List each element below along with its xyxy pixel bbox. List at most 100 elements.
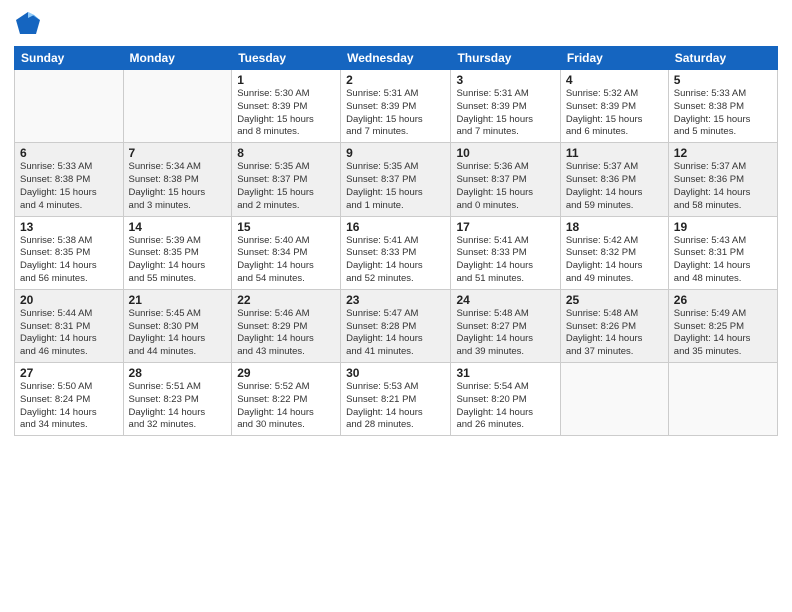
day-info: Sunrise: 5:50 AM Sunset: 8:24 PM Dayligh… xyxy=(20,381,118,432)
day-info: Sunrise: 5:39 AM Sunset: 8:35 PM Dayligh… xyxy=(129,235,227,286)
day-number: 18 xyxy=(566,220,663,234)
day-info: Sunrise: 5:31 AM Sunset: 8:39 PM Dayligh… xyxy=(346,88,445,139)
calendar-cell: 26Sunrise: 5:49 AM Sunset: 8:25 PM Dayli… xyxy=(668,289,777,362)
day-info: Sunrise: 5:32 AM Sunset: 8:39 PM Dayligh… xyxy=(566,88,663,139)
weekday-header-thursday: Thursday xyxy=(451,47,560,70)
calendar-week-2: 6Sunrise: 5:33 AM Sunset: 8:38 PM Daylig… xyxy=(15,143,778,216)
calendar-cell: 15Sunrise: 5:40 AM Sunset: 8:34 PM Dayli… xyxy=(232,216,341,289)
day-info: Sunrise: 5:36 AM Sunset: 8:37 PM Dayligh… xyxy=(456,161,554,212)
day-info: Sunrise: 5:38 AM Sunset: 8:35 PM Dayligh… xyxy=(20,235,118,286)
day-info: Sunrise: 5:30 AM Sunset: 8:39 PM Dayligh… xyxy=(237,88,335,139)
day-number: 12 xyxy=(674,146,772,160)
day-info: Sunrise: 5:40 AM Sunset: 8:34 PM Dayligh… xyxy=(237,235,335,286)
calendar-cell: 20Sunrise: 5:44 AM Sunset: 8:31 PM Dayli… xyxy=(15,289,124,362)
calendar-cell: 6Sunrise: 5:33 AM Sunset: 8:38 PM Daylig… xyxy=(15,143,124,216)
calendar-cell: 25Sunrise: 5:48 AM Sunset: 8:26 PM Dayli… xyxy=(560,289,668,362)
day-number: 19 xyxy=(674,220,772,234)
day-number: 1 xyxy=(237,73,335,87)
day-info: Sunrise: 5:46 AM Sunset: 8:29 PM Dayligh… xyxy=(237,308,335,359)
calendar-cell: 10Sunrise: 5:36 AM Sunset: 8:37 PM Dayli… xyxy=(451,143,560,216)
calendar-cell: 3Sunrise: 5:31 AM Sunset: 8:39 PM Daylig… xyxy=(451,70,560,143)
day-number: 2 xyxy=(346,73,445,87)
calendar-cell: 24Sunrise: 5:48 AM Sunset: 8:27 PM Dayli… xyxy=(451,289,560,362)
day-info: Sunrise: 5:47 AM Sunset: 8:28 PM Dayligh… xyxy=(346,308,445,359)
day-number: 17 xyxy=(456,220,554,234)
day-info: Sunrise: 5:35 AM Sunset: 8:37 PM Dayligh… xyxy=(346,161,445,212)
day-info: Sunrise: 5:52 AM Sunset: 8:22 PM Dayligh… xyxy=(237,381,335,432)
calendar-cell: 11Sunrise: 5:37 AM Sunset: 8:36 PM Dayli… xyxy=(560,143,668,216)
calendar-week-4: 20Sunrise: 5:44 AM Sunset: 8:31 PM Dayli… xyxy=(15,289,778,362)
calendar-cell: 18Sunrise: 5:42 AM Sunset: 8:32 PM Dayli… xyxy=(560,216,668,289)
day-number: 27 xyxy=(20,366,118,380)
calendar-cell xyxy=(123,70,232,143)
day-info: Sunrise: 5:35 AM Sunset: 8:37 PM Dayligh… xyxy=(237,161,335,212)
weekday-header-saturday: Saturday xyxy=(668,47,777,70)
weekday-header-wednesday: Wednesday xyxy=(341,47,451,70)
day-info: Sunrise: 5:42 AM Sunset: 8:32 PM Dayligh… xyxy=(566,235,663,286)
day-number: 9 xyxy=(346,146,445,160)
calendar-week-1: 1Sunrise: 5:30 AM Sunset: 8:39 PM Daylig… xyxy=(15,70,778,143)
day-number: 8 xyxy=(237,146,335,160)
day-number: 6 xyxy=(20,146,118,160)
day-info: Sunrise: 5:48 AM Sunset: 8:27 PM Dayligh… xyxy=(456,308,554,359)
calendar-cell: 19Sunrise: 5:43 AM Sunset: 8:31 PM Dayli… xyxy=(668,216,777,289)
calendar-cell: 9Sunrise: 5:35 AM Sunset: 8:37 PM Daylig… xyxy=(341,143,451,216)
day-number: 10 xyxy=(456,146,554,160)
day-number: 13 xyxy=(20,220,118,234)
calendar-week-5: 27Sunrise: 5:50 AM Sunset: 8:24 PM Dayli… xyxy=(15,363,778,436)
weekday-header-friday: Friday xyxy=(560,47,668,70)
day-info: Sunrise: 5:45 AM Sunset: 8:30 PM Dayligh… xyxy=(129,308,227,359)
calendar-cell: 1Sunrise: 5:30 AM Sunset: 8:39 PM Daylig… xyxy=(232,70,341,143)
weekday-header-monday: Monday xyxy=(123,47,232,70)
header xyxy=(14,10,778,38)
day-number: 29 xyxy=(237,366,335,380)
day-info: Sunrise: 5:43 AM Sunset: 8:31 PM Dayligh… xyxy=(674,235,772,286)
day-number: 30 xyxy=(346,366,445,380)
calendar-cell: 12Sunrise: 5:37 AM Sunset: 8:36 PM Dayli… xyxy=(668,143,777,216)
day-number: 26 xyxy=(674,293,772,307)
day-number: 11 xyxy=(566,146,663,160)
calendar-cell: 28Sunrise: 5:51 AM Sunset: 8:23 PM Dayli… xyxy=(123,363,232,436)
day-number: 7 xyxy=(129,146,227,160)
day-number: 5 xyxy=(674,73,772,87)
logo xyxy=(14,10,46,38)
day-info: Sunrise: 5:34 AM Sunset: 8:38 PM Dayligh… xyxy=(129,161,227,212)
day-info: Sunrise: 5:51 AM Sunset: 8:23 PM Dayligh… xyxy=(129,381,227,432)
calendar-week-3: 13Sunrise: 5:38 AM Sunset: 8:35 PM Dayli… xyxy=(15,216,778,289)
day-number: 3 xyxy=(456,73,554,87)
page: SundayMondayTuesdayWednesdayThursdayFrid… xyxy=(0,0,792,612)
calendar-cell: 14Sunrise: 5:39 AM Sunset: 8:35 PM Dayli… xyxy=(123,216,232,289)
day-info: Sunrise: 5:48 AM Sunset: 8:26 PM Dayligh… xyxy=(566,308,663,359)
day-info: Sunrise: 5:31 AM Sunset: 8:39 PM Dayligh… xyxy=(456,88,554,139)
calendar-cell: 17Sunrise: 5:41 AM Sunset: 8:33 PM Dayli… xyxy=(451,216,560,289)
day-number: 20 xyxy=(20,293,118,307)
day-number: 21 xyxy=(129,293,227,307)
calendar-cell: 5Sunrise: 5:33 AM Sunset: 8:38 PM Daylig… xyxy=(668,70,777,143)
day-number: 24 xyxy=(456,293,554,307)
calendar-cell: 30Sunrise: 5:53 AM Sunset: 8:21 PM Dayli… xyxy=(341,363,451,436)
calendar-cell: 21Sunrise: 5:45 AM Sunset: 8:30 PM Dayli… xyxy=(123,289,232,362)
calendar-cell: 22Sunrise: 5:46 AM Sunset: 8:29 PM Dayli… xyxy=(232,289,341,362)
calendar-cell: 13Sunrise: 5:38 AM Sunset: 8:35 PM Dayli… xyxy=(15,216,124,289)
day-number: 23 xyxy=(346,293,445,307)
day-number: 16 xyxy=(346,220,445,234)
day-number: 22 xyxy=(237,293,335,307)
day-info: Sunrise: 5:41 AM Sunset: 8:33 PM Dayligh… xyxy=(346,235,445,286)
day-number: 25 xyxy=(566,293,663,307)
calendar-cell: 16Sunrise: 5:41 AM Sunset: 8:33 PM Dayli… xyxy=(341,216,451,289)
day-number: 28 xyxy=(129,366,227,380)
day-info: Sunrise: 5:33 AM Sunset: 8:38 PM Dayligh… xyxy=(674,88,772,139)
day-info: Sunrise: 5:53 AM Sunset: 8:21 PM Dayligh… xyxy=(346,381,445,432)
calendar-cell: 23Sunrise: 5:47 AM Sunset: 8:28 PM Dayli… xyxy=(341,289,451,362)
calendar-cell: 31Sunrise: 5:54 AM Sunset: 8:20 PM Dayli… xyxy=(451,363,560,436)
calendar-cell: 8Sunrise: 5:35 AM Sunset: 8:37 PM Daylig… xyxy=(232,143,341,216)
calendar-cell xyxy=(668,363,777,436)
calendar-cell xyxy=(15,70,124,143)
calendar-cell xyxy=(560,363,668,436)
day-number: 31 xyxy=(456,366,554,380)
calendar-table: SundayMondayTuesdayWednesdayThursdayFrid… xyxy=(14,46,778,436)
day-number: 14 xyxy=(129,220,227,234)
calendar-cell: 2Sunrise: 5:31 AM Sunset: 8:39 PM Daylig… xyxy=(341,70,451,143)
day-number: 15 xyxy=(237,220,335,234)
day-info: Sunrise: 5:37 AM Sunset: 8:36 PM Dayligh… xyxy=(674,161,772,212)
